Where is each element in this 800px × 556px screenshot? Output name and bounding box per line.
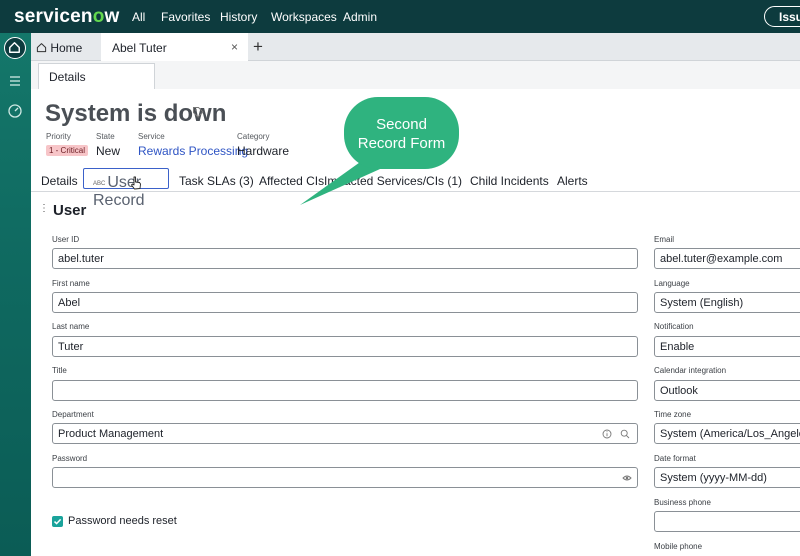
info-icon[interactable] bbox=[602, 429, 612, 439]
calendar-integration-select[interactable]: Outlook bbox=[654, 380, 800, 401]
search-icon[interactable] bbox=[620, 429, 630, 439]
tab-home-label: Home bbox=[50, 41, 83, 55]
first-name-label: First name bbox=[52, 279, 90, 288]
time-zone-label: Time zone bbox=[654, 410, 692, 419]
checkmark-icon bbox=[53, 518, 62, 525]
close-icon[interactable]: × bbox=[231, 40, 238, 54]
form-tab-details[interactable]: Details bbox=[41, 174, 78, 188]
time-zone-select[interactable]: System (America/Los_Angeles) bbox=[654, 423, 800, 444]
service-link[interactable]: Rewards Processing bbox=[138, 144, 248, 158]
user-id-label: User ID bbox=[52, 235, 80, 244]
business-phone-label: Business phone bbox=[654, 498, 711, 507]
first-name-input[interactable]: Abel bbox=[52, 292, 638, 313]
title-input[interactable] bbox=[52, 380, 638, 401]
notification-select[interactable]: Enable bbox=[654, 336, 800, 357]
callout-bubble: Second Record Form bbox=[344, 97, 459, 169]
home-icon bbox=[36, 43, 47, 53]
top-navigation: servicenow All Favorites History Workspa… bbox=[0, 0, 800, 33]
date-format-select[interactable]: System (yyyy-MM-dd) bbox=[654, 467, 800, 488]
nav-history[interactable]: History bbox=[220, 10, 257, 24]
home-icon bbox=[9, 42, 20, 53]
password-input[interactable] bbox=[52, 467, 638, 488]
department-value: Product Management bbox=[58, 428, 164, 440]
title-label: Title bbox=[52, 366, 67, 375]
dashboard-icon[interactable] bbox=[7, 103, 23, 119]
abc-icon: ABC bbox=[93, 181, 106, 187]
notification-label: Notification bbox=[654, 322, 694, 331]
tab-abel-tuter-label: Abel Tuter bbox=[112, 41, 167, 55]
issue-button[interactable]: Issue bbox=[764, 6, 800, 27]
last-name-input[interactable]: Tuter bbox=[52, 336, 638, 357]
tag-icon[interactable] bbox=[192, 106, 204, 118]
language-select[interactable]: System (English) bbox=[654, 292, 800, 313]
nav-admin[interactable]: Admin bbox=[343, 10, 377, 24]
nav-favorites[interactable]: Favorites bbox=[161, 10, 210, 24]
nav-all[interactable]: All bbox=[132, 10, 145, 24]
list-icon[interactable] bbox=[7, 73, 23, 89]
category-label: Category bbox=[237, 132, 270, 141]
calendar-integration-label: Calendar integration bbox=[654, 366, 727, 375]
section-title: User bbox=[53, 202, 87, 219]
state-value: New bbox=[96, 144, 121, 158]
logo-text-o: o bbox=[92, 6, 105, 27]
state-label: State bbox=[96, 132, 115, 141]
form-tab-impacted-services[interactable]: Impacted Services/CIs (1) bbox=[324, 174, 462, 188]
eye-icon[interactable] bbox=[622, 473, 632, 483]
left-rail bbox=[0, 33, 31, 556]
business-phone-input[interactable] bbox=[654, 511, 800, 532]
logo-text-end: w bbox=[104, 6, 120, 27]
add-tab-icon[interactable]: + bbox=[253, 37, 263, 57]
department-label: Department bbox=[52, 410, 94, 419]
language-label: Language bbox=[654, 279, 690, 288]
password-reset-checkbox[interactable] bbox=[52, 516, 63, 527]
tab-bar: Home Abel Tuter × + bbox=[31, 33, 800, 62]
subtab-row: Details bbox=[31, 61, 800, 89]
form-tab-child-incidents[interactable]: Child Incidents bbox=[470, 174, 549, 188]
tab-abel-tuter[interactable]: Abel Tuter bbox=[101, 33, 248, 62]
department-input[interactable]: Product Management bbox=[52, 423, 638, 444]
drag-handle-icon[interactable]: ⋮ bbox=[39, 203, 49, 214]
email-label: Email bbox=[654, 235, 675, 244]
mobile-phone-label: Mobile phone bbox=[654, 542, 703, 551]
priority-label: Priority bbox=[46, 132, 71, 141]
email-input[interactable]: abel.tuter@example.com bbox=[654, 248, 800, 269]
form-tab-alerts[interactable]: Alerts bbox=[557, 174, 588, 188]
rail-home-button[interactable] bbox=[4, 37, 26, 59]
callout-line-1: Second bbox=[376, 116, 427, 133]
password-label: Password bbox=[52, 454, 88, 463]
last-name-label: Last name bbox=[52, 322, 90, 331]
category-value: Hardware bbox=[237, 144, 290, 158]
logo-text-start: servicen bbox=[14, 6, 93, 27]
servicenow-logo[interactable]: servicenow bbox=[14, 6, 120, 28]
tab-home[interactable]: Home bbox=[31, 33, 101, 61]
nav-workspaces[interactable]: Workspaces bbox=[271, 10, 337, 24]
form-tab-affected-cis[interactable]: Affected CIs bbox=[259, 174, 324, 188]
subtab-details[interactable]: Details bbox=[38, 63, 155, 89]
user-id-input[interactable]: abel.tuter bbox=[52, 248, 638, 269]
priority-badge: 1 - Critical bbox=[46, 145, 89, 156]
date-format-label: Date format bbox=[654, 454, 696, 463]
form-tab-task-slas[interactable]: Task SLAs (3) bbox=[179, 174, 254, 188]
callout-line-2: Record Form bbox=[357, 135, 446, 152]
cursor-hand-icon bbox=[131, 176, 141, 190]
service-label: Service bbox=[138, 132, 165, 141]
form-tabs: Details ABC User Record Task SLAs (3) Aff… bbox=[31, 168, 800, 209]
form-tab-user-record[interactable]: ABC User Record bbox=[83, 168, 169, 209]
password-reset-label: Password needs reset bbox=[68, 515, 177, 527]
